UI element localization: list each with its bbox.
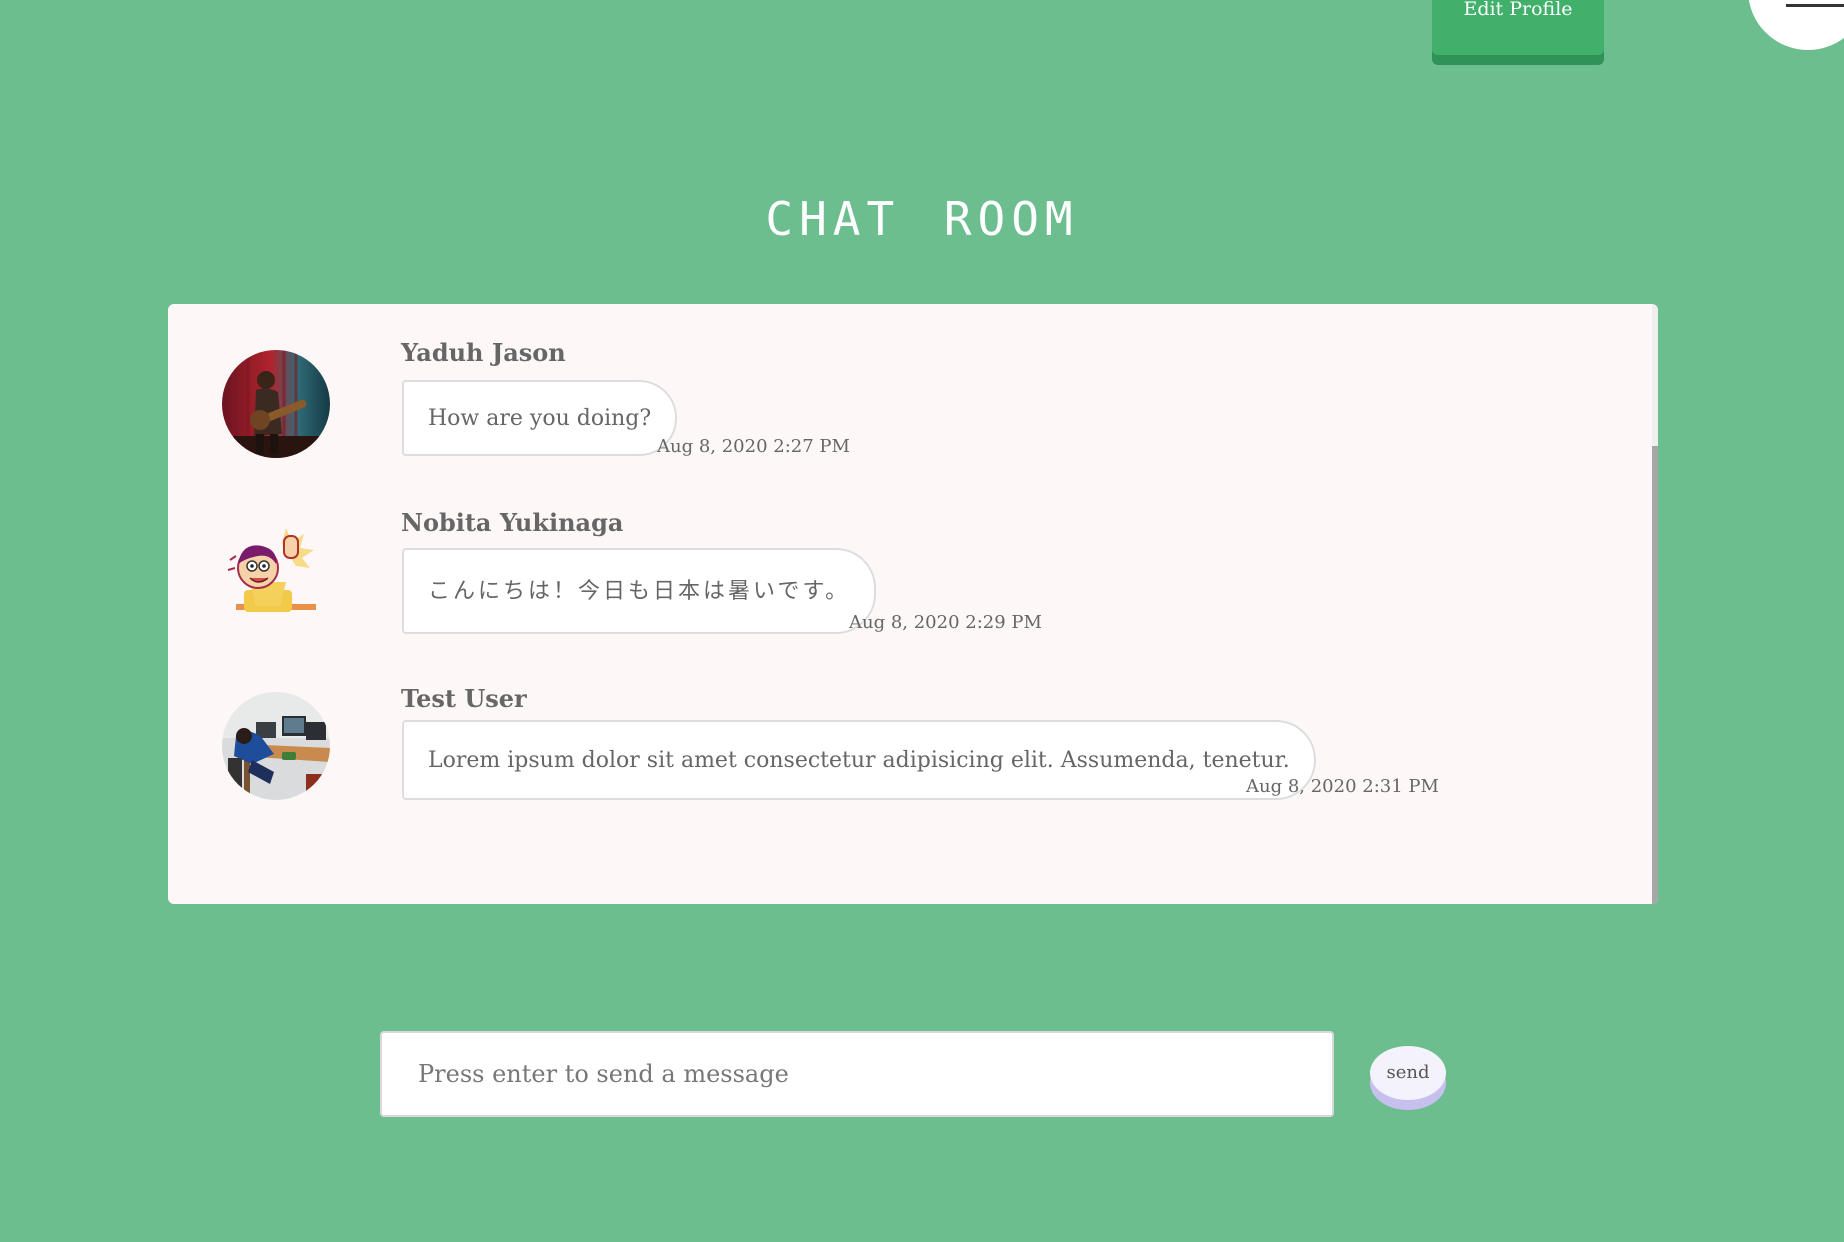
message-sender: Yaduh Jason (401, 338, 566, 367)
message-bubble: こんにちは！今日も日本は暑いです。 (402, 548, 877, 634)
chat-scrollbar-thumb[interactable] (1652, 304, 1658, 446)
message-input[interactable] (380, 1031, 1334, 1117)
message-timestamp: Aug 8, 2020 2:27 PM (657, 436, 850, 457)
chat-scrollbar[interactable] (1652, 304, 1658, 904)
menu-button[interactable] (1748, 0, 1844, 50)
message-bubble: How are you doing? (402, 380, 678, 456)
chat-messages-panel[interactable]: Yaduh Jason How are you doing? Aug 8, 20… (168, 304, 1658, 904)
avatar (222, 520, 330, 628)
message-timestamp: Aug 8, 2020 2:31 PM (1246, 776, 1439, 797)
message-sender: Test User (401, 684, 527, 713)
avatar (222, 692, 330, 800)
hamburger-menu-icon (1786, 4, 1844, 7)
page-title: CHAT ROOM (765, 192, 1079, 246)
message-timestamp: Aug 8, 2020 2:29 PM (849, 612, 1042, 633)
edit-profile-button[interactable]: Edit Profile (1432, 0, 1604, 55)
send-button[interactable]: send (1370, 1046, 1446, 1100)
avatar (222, 350, 330, 458)
message-bubble: Lorem ipsum dolor sit amet consectetur a… (402, 720, 1316, 800)
message-sender: Nobita Yukinaga (401, 508, 624, 537)
